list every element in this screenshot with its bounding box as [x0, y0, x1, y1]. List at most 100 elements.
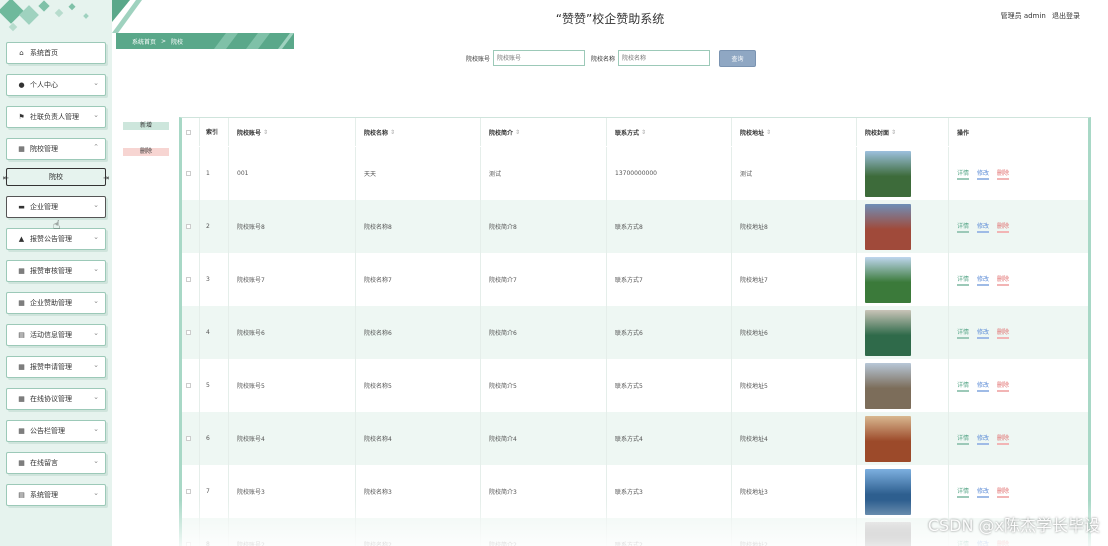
sidebar-item-3[interactable]: ▦ 院校管理 ⌃: [6, 138, 106, 160]
delete-button[interactable]: 删除: [997, 168, 1010, 180]
row-checkbox-cell[interactable]: [182, 200, 200, 253]
search-input-name[interactable]: [618, 50, 711, 66]
detail-button[interactable]: 详情: [957, 327, 970, 339]
sidebar-item-8[interactable]: ▦ 企业赞助管理 ⌄: [6, 292, 106, 314]
detail-button[interactable]: 详情: [957, 539, 969, 546]
edit-button[interactable]: 修改: [977, 433, 990, 445]
sidebar-item-14[interactable]: ▤ 系统管理 ⌄: [6, 484, 106, 506]
sort-icon[interactable]: ⇕: [891, 129, 896, 136]
checkbox-icon[interactable]: [186, 224, 191, 229]
college-cover-image[interactable]: [865, 521, 911, 546]
sort-icon[interactable]: ⇕: [515, 129, 520, 136]
sort-icon[interactable]: ⇕: [766, 129, 771, 136]
sidebar-subitem-colleges[interactable]: ⇤ 院校 ⇥: [3, 168, 109, 186]
top-header: “赞赞”校企赞助系统 管理员 admin 退出登录: [112, 0, 1108, 33]
sidebar-item-13[interactable]: ▦ 在线留言 ⌄: [6, 452, 106, 474]
delete-button[interactable]: 删除: [997, 274, 1010, 286]
sidebar-item-label: 院校管理: [30, 145, 58, 153]
header-contact[interactable]: 联系方式 ⇕: [607, 118, 732, 146]
detail-button[interactable]: 详情: [957, 221, 970, 233]
edit-button[interactable]: 修改: [977, 221, 990, 233]
sort-icon[interactable]: ⇕: [641, 129, 646, 136]
checkbox-icon[interactable]: [186, 330, 191, 335]
checkbox-icon[interactable]: [186, 171, 191, 176]
breadcrumb-home[interactable]: 系统首页: [132, 37, 156, 46]
chevron-icon: ⌃: [93, 143, 99, 151]
header-account[interactable]: 院校账号 ⇕: [229, 118, 356, 146]
sidebar-item-label: 系统管理: [30, 491, 58, 499]
cell-account: 院校账号3: [229, 465, 356, 518]
sidebar-item-12[interactable]: ▦ 公告栏管理 ⌄: [6, 420, 106, 442]
flag-icon: ⚑: [18, 113, 25, 121]
college-cover-image[interactable]: [865, 203, 911, 250]
sidebar-item-1[interactable]: ● 个人中心 ⌄: [6, 74, 106, 96]
add-button[interactable]: 新增: [123, 122, 169, 130]
delete-button[interactable]: 删除: [997, 327, 1010, 339]
checkbox-icon[interactable]: [186, 542, 191, 546]
row-checkbox-cell[interactable]: [182, 359, 200, 412]
cell-index: 5: [200, 359, 229, 412]
detail-button[interactable]: 详情: [957, 380, 970, 392]
search-button[interactable]: 查询: [719, 50, 756, 67]
checkbox-icon[interactable]: [186, 129, 191, 135]
header-address[interactable]: 院校地址 ⇕: [732, 118, 857, 146]
row-checkbox-cell[interactable]: [182, 465, 200, 518]
detail-button[interactable]: 详情: [957, 433, 970, 445]
logout-link[interactable]: 退出登录: [1052, 12, 1080, 20]
cell-index: 2: [200, 200, 229, 253]
row-checkbox-cell[interactable]: [182, 412, 200, 465]
batch-delete-button[interactable]: 删除: [123, 148, 169, 156]
sidebar-item-9[interactable]: ▤ 活动信息管理 ⌄: [6, 324, 106, 346]
college-cover-image[interactable]: [865, 309, 911, 356]
delete-button[interactable]: 删除: [997, 433, 1010, 445]
sidebar-item-5[interactable]: ▬ 企业管理 ⌄: [6, 196, 106, 218]
row-checkbox-cell[interactable]: [182, 518, 200, 546]
college-cover-image[interactable]: [865, 256, 911, 303]
sidebar-item-0[interactable]: ⌂ 系统首页: [6, 42, 106, 64]
sidebar-item-10[interactable]: ▦ 报赞申请管理 ⌄: [6, 356, 106, 378]
header-intro[interactable]: 院校简介 ⇕: [481, 118, 607, 146]
table-row: 6 院校账号4 院校名称4 院校简介4 联系方式4 院校地址4 详情 修改 删除: [182, 412, 1088, 465]
checkbox-icon[interactable]: [186, 436, 191, 441]
delete-button[interactable]: 删除: [997, 221, 1010, 233]
checkbox-icon[interactable]: [186, 277, 191, 282]
edit-button[interactable]: 修改: [977, 380, 990, 392]
detail-button[interactable]: 详情: [957, 274, 970, 286]
cell-intro: 院校简介4: [481, 412, 607, 465]
checkbox-icon[interactable]: [186, 383, 191, 388]
cell-account: 院校账号4: [229, 412, 356, 465]
sidebar-item-2[interactable]: ⚑ 社联负责人管理 ⌄: [6, 106, 106, 128]
delete-button[interactable]: 删除: [997, 486, 1010, 498]
cell-intro: 院校简介2: [481, 518, 607, 546]
college-cover-image[interactable]: [865, 150, 911, 197]
college-cover-image[interactable]: [865, 415, 911, 462]
app-window: ⌂ 系统首页 ● 个人中心 ⌄ ⚑ 社联负责人管理 ⌄ ▦ 院校管理 ⌃ ⇤ 院校 ⇥ ▬ 企业管理 ⌄ ▲ 报赞公…: [0, 0, 1108, 546]
edit-button[interactable]: 修改: [977, 168, 990, 180]
row-checkbox-cell[interactable]: [182, 306, 200, 359]
edit-button[interactable]: 修改: [977, 539, 989, 546]
breadcrumb-decoration: [208, 33, 294, 49]
detail-button[interactable]: 详情: [957, 486, 970, 498]
header-cover[interactable]: 院校封面 ⇕: [857, 118, 949, 146]
row-checkbox-cell[interactable]: [182, 253, 200, 306]
delete-button[interactable]: 删除: [997, 539, 1009, 546]
chevron-icon: ⌄: [93, 111, 99, 119]
header-select-all[interactable]: [182, 118, 200, 146]
sidebar-item-7[interactable]: ▦ 报赞审核管理 ⌄: [6, 260, 106, 282]
edit-button[interactable]: 修改: [977, 274, 990, 286]
sidebar-item-11[interactable]: ▦ 在线协议管理 ⌄: [6, 388, 106, 410]
college-cover-image[interactable]: [865, 362, 911, 409]
sort-icon[interactable]: ⇕: [263, 129, 268, 136]
sort-icon[interactable]: ⇕: [390, 129, 395, 136]
checkbox-icon[interactable]: [186, 489, 191, 494]
edit-button[interactable]: 修改: [977, 327, 990, 339]
cell-address: 院校地址5: [732, 359, 857, 412]
delete-button[interactable]: 删除: [997, 380, 1010, 392]
row-checkbox-cell[interactable]: [182, 147, 200, 200]
header-name[interactable]: 院校名称 ⇕: [356, 118, 481, 146]
detail-button[interactable]: 详情: [957, 168, 970, 180]
search-input-account[interactable]: [493, 50, 586, 66]
cell-contact: 13700000000: [607, 147, 732, 200]
edit-button[interactable]: 修改: [977, 486, 990, 498]
college-cover-image[interactable]: [865, 468, 911, 515]
